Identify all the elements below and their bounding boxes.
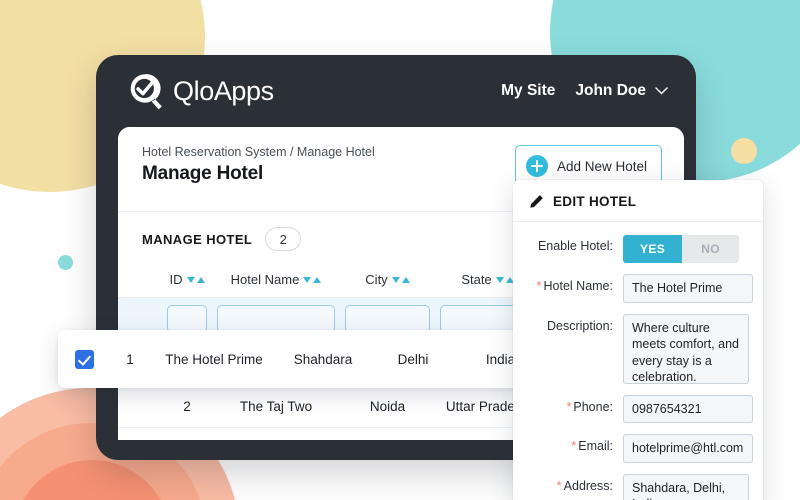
selected-table-row[interactable]: 1 The Hotel Prime Shahdara Delhi India ✓: [58, 330, 581, 388]
topbar-right: My Site John Doe: [501, 82, 668, 100]
label-enable-hotel: Enable Hotel:: [537, 239, 613, 253]
phone-input[interactable]: [623, 394, 753, 423]
toggle-option-no[interactable]: NO: [682, 235, 740, 263]
email-input[interactable]: [623, 434, 753, 463]
decorative-dot-yellow: [731, 138, 757, 164]
required-marker: *: [571, 439, 577, 453]
label-hotel-name: * Hotel Name:: [523, 274, 623, 293]
cell-hotel-name: The Taj Two: [212, 384, 340, 428]
edit-hotel-header: EDIT HOTEL: [513, 180, 763, 222]
my-site-link[interactable]: My Site: [501, 82, 555, 100]
edit-hotel-title: EDIT HOTEL: [553, 194, 637, 209]
hotel-name-input[interactable]: [623, 274, 753, 303]
user-menu[interactable]: John Doe: [575, 82, 668, 100]
column-label-city: City: [365, 272, 388, 287]
page-header-text: Hotel Reservation System / Manage Hotel …: [142, 145, 375, 185]
enable-hotel-toggle[interactable]: YES NO: [623, 235, 740, 263]
user-name: John Doe: [575, 82, 646, 99]
field-phone: * Phone:: [523, 394, 753, 423]
cell-city: Noida: [340, 384, 435, 428]
toggle-option-yes[interactable]: YES: [623, 235, 683, 263]
page-title: Manage Hotel: [142, 163, 264, 184]
row-select-cell[interactable]: [118, 384, 162, 428]
field-description: Description: Where culture meets comfort…: [523, 313, 749, 384]
sort-asc-icon[interactable]: [401, 276, 410, 283]
column-header-city[interactable]: City: [340, 264, 435, 298]
app-topbar: QloApps My Site John Doe: [96, 55, 696, 127]
cell-id: 1: [126, 351, 134, 367]
label-address: * Address:: [523, 474, 623, 493]
label-email: * Email:: [523, 434, 623, 453]
sort-desc-icon[interactable]: [303, 276, 312, 283]
record-count-badge: 2: [265, 227, 302, 251]
brand-name: QloApps: [173, 75, 274, 106]
sort-desc-icon[interactable]: [391, 276, 400, 283]
label-phone: * Phone:: [523, 395, 623, 414]
sort-controls-hotel-name[interactable]: [303, 276, 322, 283]
filter-input-id[interactable]: [167, 305, 207, 333]
field-enable-hotel: Enable Hotel: YES NO: [523, 234, 749, 263]
address-textarea[interactable]: Shahdara, Delhi, India: [623, 473, 749, 500]
decorative-dot-teal: [58, 255, 73, 270]
cell-state: Delhi: [397, 351, 429, 367]
column-header-hotel-name[interactable]: Hotel Name: [212, 264, 340, 298]
label-description: Description:: [547, 318, 613, 333]
required-marker: *: [556, 478, 562, 493]
breadcrumb: Hotel Reservation System / Manage Hotel: [142, 145, 375, 159]
description-textarea[interactable]: Where culture meets comfort, and every s…: [623, 313, 749, 384]
field-hotel-name: * Hotel Name:: [523, 274, 753, 303]
edit-hotel-form: Enable Hotel: YES NO *Hotel Name: Descri…: [513, 222, 763, 500]
chevron-down-icon: [655, 87, 668, 95]
list-card-title: MANAGE HOTEL: [142, 231, 253, 247]
column-label-hotel-name: Hotel Name: [230, 272, 300, 287]
cell-hotel-name: The Hotel Prime: [165, 351, 263, 367]
sort-desc-icon[interactable]: [186, 276, 195, 283]
filter-input-city[interactable]: [345, 305, 430, 333]
edit-hotel-panel: EDIT HOTEL Enable Hotel: YES NO * Hotel N…: [513, 180, 763, 500]
sort-controls-city[interactable]: [391, 276, 410, 283]
decorative-circle-coral-inner: [13, 460, 171, 500]
cell-id: 2: [162, 384, 212, 428]
column-label-id: ID: [169, 272, 183, 287]
sort-controls-id[interactable]: [186, 276, 205, 283]
sort-desc-icon[interactable]: [495, 276, 504, 283]
row-select-cell[interactable]: [58, 349, 110, 369]
sort-controls-state[interactable]: [495, 276, 514, 283]
column-header-id[interactable]: ID: [162, 264, 212, 298]
check-magnifier-logo-icon: [130, 74, 162, 110]
column-label-state: State: [461, 272, 492, 287]
label-hotel-name-text: Hotel Name:: [543, 279, 613, 293]
column-header-select: [118, 264, 162, 298]
label-phone-text: Phone:: [573, 399, 613, 414]
cell-city: Shahdara: [293, 351, 353, 367]
field-address: * Address: Shahdara, Delhi, India: [523, 473, 749, 500]
pencil-icon: [530, 195, 543, 208]
brand[interactable]: QloApps: [126, 71, 274, 111]
row-checkbox-checked[interactable]: [74, 349, 94, 369]
required-marker: *: [566, 399, 572, 414]
sort-asc-icon[interactable]: [313, 276, 322, 283]
filter-input-hotel-name[interactable]: [217, 305, 335, 333]
add-new-hotel-label: Add New Hotel: [556, 158, 647, 174]
required-marker: *: [536, 279, 542, 293]
plus-circle-icon: [525, 155, 548, 177]
field-email: * Email:: [523, 434, 753, 463]
label-email-text: Email:: [578, 439, 613, 453]
screenshot-stage: QloApps My Site John Doe Hotel Reservati…: [0, 0, 800, 500]
sort-asc-icon[interactable]: [196, 276, 205, 283]
label-address-text: Address:: [563, 478, 613, 493]
